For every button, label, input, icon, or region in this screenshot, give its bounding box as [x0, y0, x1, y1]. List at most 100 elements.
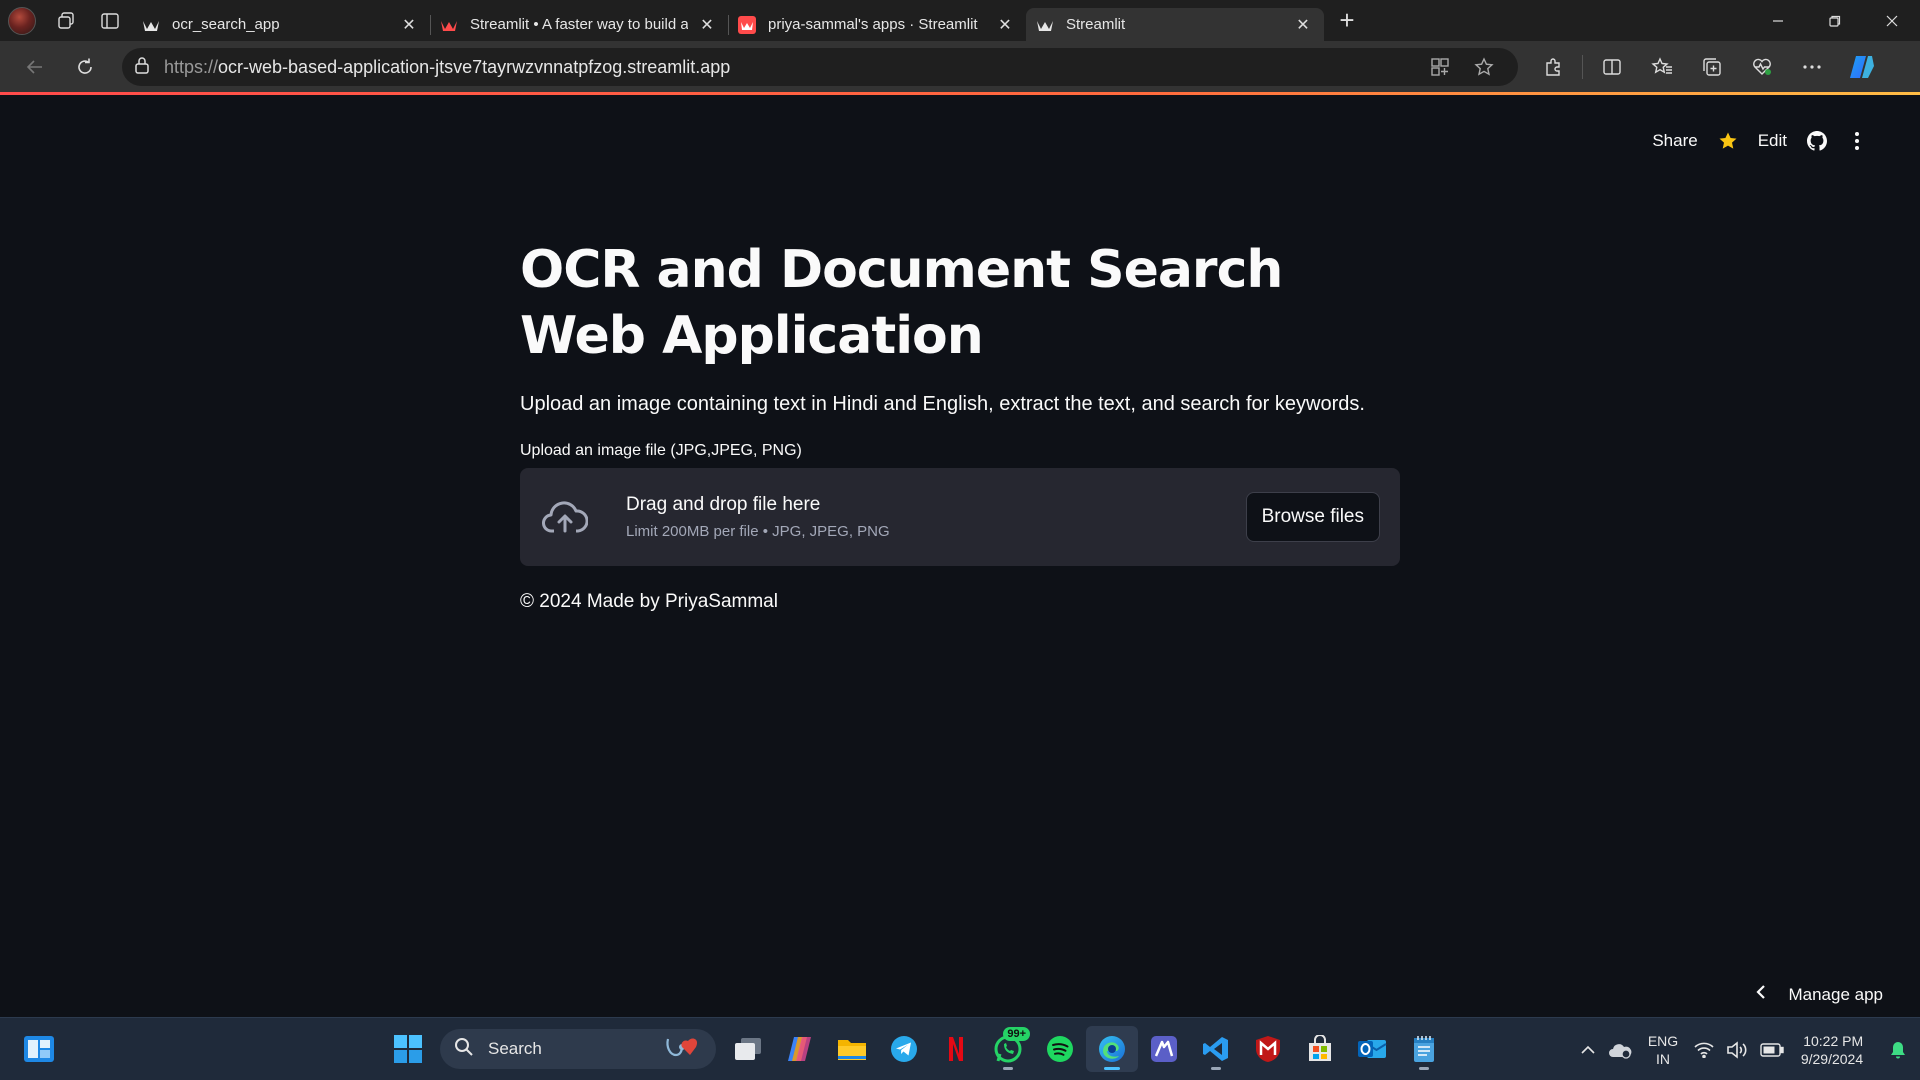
streamlit-app-view: Share Edit OCR and Document Search Web A…	[5, 95, 1915, 1017]
lock-icon[interactable]	[134, 56, 150, 79]
language-region: IN	[1656, 1050, 1670, 1067]
tab-close-icon[interactable]: ✕	[1292, 14, 1314, 36]
restore-icon[interactable]	[1806, 0, 1863, 41]
more-options-icon[interactable]	[1787, 47, 1837, 87]
running-indicator	[1003, 1067, 1013, 1070]
edit-button[interactable]: Edit	[1748, 123, 1797, 159]
battery-icon[interactable]	[1754, 1018, 1790, 1080]
search-highlight-icon	[662, 1033, 702, 1066]
start-icon[interactable]	[382, 1026, 434, 1072]
new-tab-button[interactable]: +	[1324, 0, 1370, 41]
volume-icon[interactable]	[1720, 1018, 1754, 1080]
browser-toolbar: https://ocr-web-based-application-jtsve7…	[0, 41, 1920, 93]
browser-tab-active[interactable]: Streamlit ✕	[1026, 8, 1324, 41]
footer-credit: © 2024 Made by PriyaSammal	[520, 591, 778, 612]
input-language[interactable]: ENG IN	[1638, 1018, 1688, 1080]
streamlit-crown-icon	[738, 15, 756, 34]
microsoft-store-icon[interactable]	[1294, 1026, 1346, 1072]
back-icon[interactable]	[10, 47, 60, 87]
edge-browser-icon[interactable]	[1086, 1026, 1138, 1072]
telegram-icon[interactable]	[878, 1026, 930, 1072]
show-hidden-icons-icon[interactable]	[1574, 1018, 1602, 1080]
browser-tab[interactable]: priya-sammal's apps · Streamlit ✕	[728, 8, 1026, 41]
task-view-icon[interactable]	[722, 1026, 774, 1072]
browser-essentials-icon[interactable]	[1737, 47, 1787, 87]
streamlit-header: Share Edit	[1642, 123, 1877, 159]
netflix-icon[interactable]	[930, 1026, 982, 1072]
tab-title: Streamlit	[1066, 16, 1126, 33]
copilot-app-icon[interactable]	[774, 1026, 826, 1072]
outlook-icon[interactable]	[1346, 1026, 1398, 1072]
browser-tab-strip: ocr_search_app ✕ Streamlit • A faster wa…	[0, 0, 1920, 41]
favorite-star-icon[interactable]	[1462, 50, 1506, 84]
share-button[interactable]: Share	[1642, 123, 1707, 159]
drag-drop-text: Drag and drop file here	[626, 494, 821, 515]
address-bar[interactable]: https://ocr-web-based-application-jtsve7…	[122, 48, 1518, 86]
window-controls	[1749, 0, 1920, 41]
vertical-tabs-icon[interactable]	[88, 0, 132, 41]
page-description: Upload an image containing text in Hindi…	[520, 393, 1365, 415]
running-indicator	[1419, 1067, 1429, 1070]
vscode-icon[interactable]	[1190, 1026, 1242, 1072]
extensions-icon[interactable]	[1528, 47, 1578, 87]
collections-icon[interactable]	[1687, 47, 1737, 87]
wifi-icon[interactable]	[1688, 1018, 1720, 1080]
whatsapp-icon[interactable]: 99+	[982, 1026, 1034, 1072]
windows-taskbar: Search 99+ ENG IN 10:22 PM 9/29/2024	[0, 1017, 1920, 1080]
taskbar-clock[interactable]: 10:22 PM 9/29/2024	[1790, 1018, 1874, 1080]
active-indicator	[1104, 1067, 1120, 1070]
whatsapp-badge: 99+	[1003, 1027, 1030, 1041]
app-available-icon[interactable]	[1418, 50, 1462, 84]
browser-tab[interactable]: ocr_search_app ✕	[132, 8, 430, 41]
url-protocol: https://	[164, 56, 219, 77]
cloud-upload-icon	[540, 492, 590, 542]
onedrive-icon[interactable]	[1602, 1018, 1638, 1080]
file-limit-text: Limit 200MB per file • JPG, JPEG, PNG	[626, 523, 890, 540]
page-title: OCR and Document Search Web Application	[520, 240, 1283, 366]
url-text[interactable]: https://ocr-web-based-application-jtsve7…	[164, 57, 1418, 78]
main-menu-icon[interactable]	[1837, 123, 1877, 159]
app-icon[interactable]	[1138, 1026, 1190, 1072]
minimize-icon[interactable]	[1749, 0, 1806, 41]
taskbar-search[interactable]: Search	[440, 1029, 716, 1069]
dropzone-instructions: Drag and drop file here Limit 200MB per …	[626, 494, 1246, 540]
search-label: Search	[488, 1039, 542, 1058]
search-icon	[454, 1037, 474, 1062]
streamlit-crown-icon	[1036, 16, 1054, 34]
url-host: ocr-web-based-application-jtsve7tayrwzvn…	[218, 56, 731, 77]
notepad-icon[interactable]	[1398, 1026, 1450, 1072]
favorites-icon[interactable]	[1637, 47, 1687, 87]
refresh-icon[interactable]	[60, 47, 110, 87]
workspaces-icon[interactable]	[44, 0, 88, 41]
toolbar-divider	[1582, 55, 1583, 79]
file-explorer-icon[interactable]	[826, 1026, 878, 1072]
mcafee-icon[interactable]	[1242, 1026, 1294, 1072]
clock-time: 10:22 PM	[1803, 1032, 1864, 1049]
file-dropzone[interactable]: Drag and drop file here Limit 200MB per …	[520, 468, 1400, 566]
manage-app-button[interactable]: Manage app	[1756, 984, 1883, 1005]
widgets-icon[interactable]	[22, 1034, 56, 1064]
tab-close-icon[interactable]: ✕	[398, 14, 420, 36]
profile-avatar[interactable]	[0, 0, 44, 41]
star-icon[interactable]	[1708, 123, 1748, 159]
tab-close-icon[interactable]: ✕	[994, 14, 1016, 36]
tab-title: Streamlit • A faster way to build a	[470, 16, 688, 33]
main-content: OCR and Document Search Web Application …	[520, 237, 1400, 613]
streamlit-crown-icon	[142, 16, 160, 34]
spotify-icon[interactable]	[1034, 1026, 1086, 1072]
split-screen-icon[interactable]	[1587, 47, 1637, 87]
notification-bell-icon[interactable]	[1884, 1018, 1920, 1080]
language-code: ENG	[1647, 1032, 1679, 1049]
github-icon[interactable]	[1797, 123, 1837, 159]
copilot-icon[interactable]	[1837, 47, 1887, 87]
file-uploader-label: Upload an image file (JPG,JPEG, PNG)	[520, 442, 802, 459]
tab-title: priya-sammal's apps · Streamlit	[768, 16, 978, 33]
browser-tab[interactable]: Streamlit • A faster way to build a ✕	[430, 8, 728, 41]
running-indicator	[1211, 1067, 1221, 1070]
taskbar-apps: Search 99+	[382, 1026, 1450, 1072]
streamlit-crown-icon	[440, 16, 458, 34]
system-tray: ENG IN 10:22 PM 9/29/2024	[1574, 1018, 1920, 1080]
browse-files-button[interactable]: Browse files	[1245, 492, 1380, 542]
tab-close-icon[interactable]: ✕	[696, 14, 718, 36]
close-window-icon[interactable]	[1863, 0, 1920, 41]
